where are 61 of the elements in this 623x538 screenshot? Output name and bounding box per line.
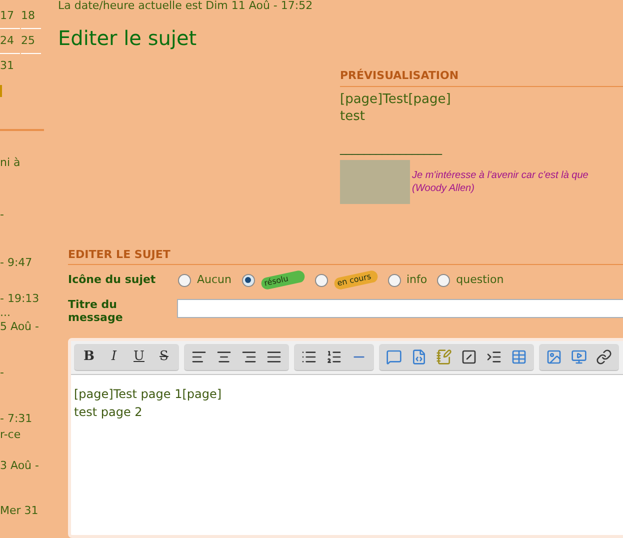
page-title: Editer le sujet: [58, 26, 198, 50]
calendar-day[interactable]: 31: [0, 54, 20, 79]
indent-icon[interactable]: [486, 349, 502, 365]
format-button[interactable]: I: [106, 347, 122, 367]
signature-quote: (Woody Allen): [412, 182, 476, 194]
radio-button[interactable]: [242, 274, 254, 286]
calendar-day[interactable]: 24: [0, 29, 20, 54]
radio-button[interactable]: [437, 274, 450, 286]
field-label: Titre du message: [68, 298, 124, 324]
option-label: question: [456, 272, 504, 288]
sidebar-text: 3 Aoû -: [0, 459, 40, 473]
sidebar-text: r-ce: [0, 428, 22, 442]
align-center-icon[interactable]: [216, 349, 232, 365]
option-label: info: [406, 272, 428, 288]
current-datetime: La date/heure actuelle est Dim 11 Aoû - 17:52: [58, 0, 314, 12]
marker-icon: [0, 85, 2, 97]
format-button[interactable]: B: [81, 347, 97, 367]
sidebar-text: - 7:31: [0, 412, 34, 426]
notepad-icon[interactable]: [436, 349, 452, 365]
signature-quote: Je m'intéresse à l'avenir car c'est là que: [412, 168, 588, 182]
align-left-icon[interactable]: [191, 349, 207, 365]
calendar-day[interactable]: 17: [0, 4, 20, 29]
preview-heading: PRÉVISUALISATION: [340, 68, 623, 86]
table-icon[interactable]: [511, 349, 527, 365]
speech-bubble-icon[interactable]: [386, 349, 402, 365]
bullet-list-icon[interactable]: [301, 349, 317, 365]
sidebar-text: -: [0, 208, 5, 222]
video-icon[interactable]: [571, 349, 587, 365]
sidebar-text: -: [0, 366, 5, 380]
numbered-list-icon[interactable]: [326, 349, 342, 365]
sidebar-text: - 19:13: [0, 292, 40, 306]
image-icon[interactable]: [546, 349, 562, 365]
sidebar-text: 5 Aoû -: [0, 320, 40, 334]
radio-button[interactable]: [178, 274, 191, 286]
editor-textarea[interactable]: [page]Test page 1[page] test page 2: [71, 375, 623, 421]
code-icon[interactable]: [411, 349, 427, 365]
radio-button[interactable]: [388, 274, 400, 286]
signature-rule: _________________: [340, 140, 444, 154]
align-right-icon[interactable]: [241, 349, 257, 365]
field-label: Icône du sujet: [68, 272, 157, 288]
status-badge: résolu: [260, 270, 306, 290]
option-label: Aucun: [197, 272, 232, 288]
title-input[interactable]: [176, 299, 623, 318]
sidebar-text: ni à: [0, 156, 22, 170]
editor-text: [page]Test page 1[page]: [74, 386, 223, 403]
link-icon[interactable]: [596, 349, 612, 365]
calendar-day[interactable]: 18: [21, 4, 41, 29]
preview-text: test: [340, 108, 366, 124]
editor-text: test page 2: [74, 404, 144, 421]
format-button[interactable]: S: [156, 347, 172, 367]
sidebar-text: - 9:47: [0, 256, 34, 270]
photo-placeholder: [340, 160, 410, 204]
preview-text: [page]Test[page]: [340, 90, 452, 108]
format-button[interactable]: U: [131, 347, 147, 367]
align-justify-icon[interactable]: [266, 349, 282, 365]
calendar-day[interactable]: 25: [21, 29, 41, 54]
form-heading: EDITER LE SUJET: [68, 246, 623, 265]
sidebar-text: ...: [0, 306, 12, 320]
status-badge: en cours: [332, 270, 378, 290]
radio-button[interactable]: [314, 274, 328, 286]
sidebar-text: Mer 31: [0, 504, 40, 518]
